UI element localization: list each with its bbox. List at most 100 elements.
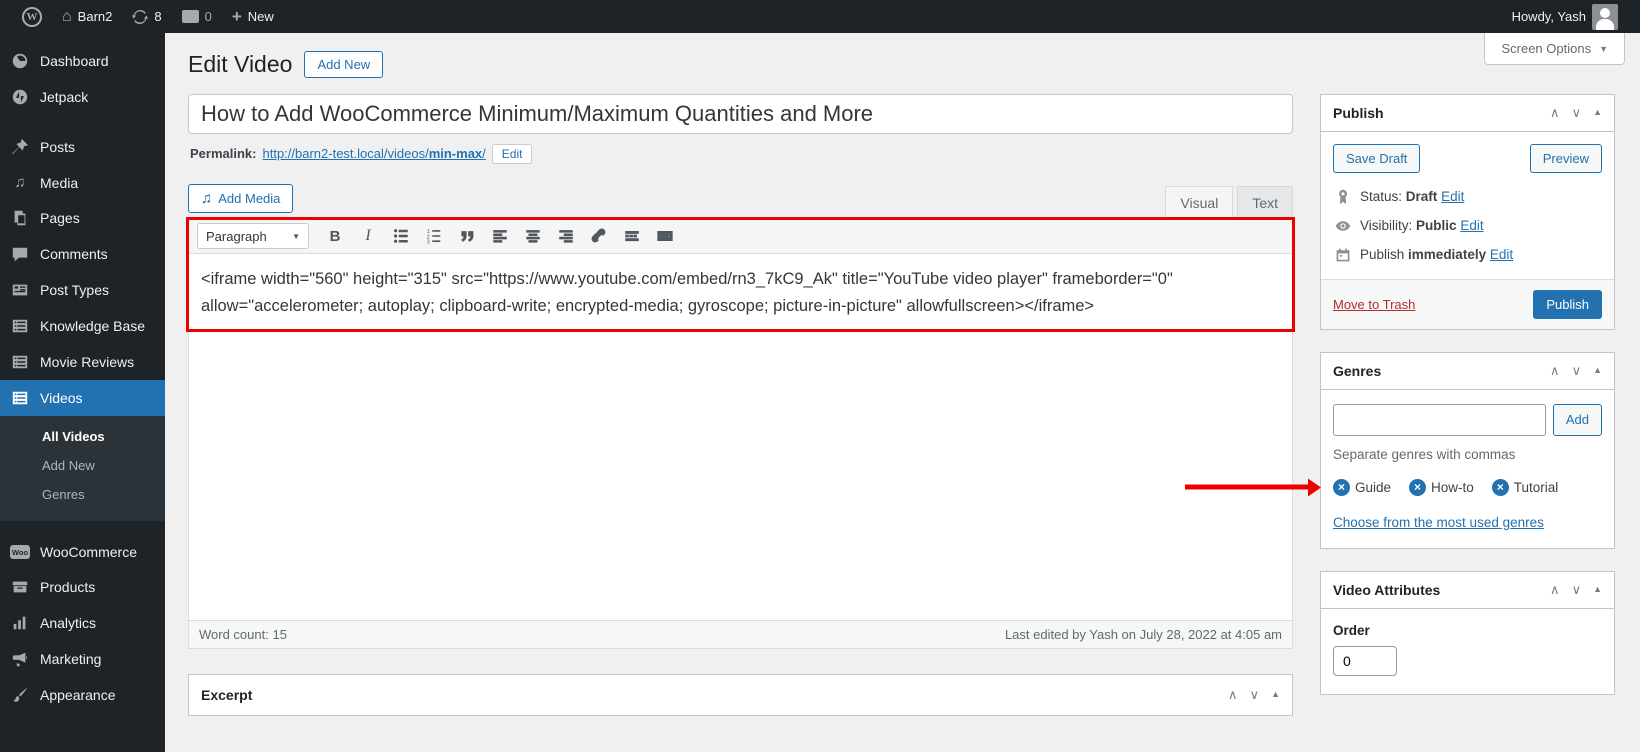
- order-input[interactable]: [1333, 645, 1397, 676]
- red-annotation-arrow: [1185, 484, 1317, 490]
- insert-link-button[interactable]: [584, 223, 614, 249]
- sidebar-item-movie-reviews[interactable]: Movie Reviews: [0, 344, 165, 380]
- move-down-icon[interactable]: ∨: [1572, 364, 1582, 377]
- sidebar-item-label: Analytics: [40, 615, 97, 631]
- tab-visual[interactable]: Visual: [1165, 185, 1234, 219]
- submenu-item-all-videos[interactable]: All Videos: [0, 422, 165, 451]
- new-label: New: [247, 9, 274, 24]
- remove-genre-icon[interactable]: ×: [1491, 478, 1509, 496]
- sidebar-item-woocommerce[interactable]: Woo WooCommerce: [0, 535, 165, 569]
- bulleted-list-button[interactable]: [386, 223, 416, 249]
- sidebar-item-knowledge-base[interactable]: Knowledge Base: [0, 308, 165, 344]
- remove-genre-icon[interactable]: ×: [1409, 478, 1427, 496]
- toolbar-toggle-button[interactable]: [650, 223, 680, 249]
- editor-content-text: <iframe width="560" height="315" src="ht…: [201, 269, 1173, 315]
- sidebar-item-analytics[interactable]: Analytics: [0, 605, 165, 641]
- calendar-icon: [1336, 248, 1350, 262]
- move-down-icon[interactable]: ∨: [1572, 583, 1582, 596]
- genres-panel-title: Genres: [1333, 362, 1382, 379]
- content-area: Screen Options ▼ Edit Video Add New Perm…: [165, 33, 1640, 752]
- move-down-icon[interactable]: ∨: [1250, 688, 1260, 701]
- bold-button[interactable]: B: [320, 223, 350, 249]
- edit-status-link[interactable]: Edit: [1441, 189, 1464, 204]
- site-name-menu[interactable]: ⌂ Barn2: [52, 0, 122, 33]
- blockquote-button[interactable]: [452, 223, 482, 249]
- megaphone-icon: [10, 650, 30, 668]
- box-icon: [10, 578, 30, 596]
- media-icon: ♫: [14, 174, 26, 191]
- sidebar-item-marketing[interactable]: Marketing: [0, 641, 165, 677]
- choose-most-used-link[interactable]: Choose from the most used genres: [1333, 515, 1544, 530]
- read-more-tag-button[interactable]: [617, 223, 647, 249]
- collapse-panel-icon[interactable]: ▲: [1593, 366, 1602, 375]
- menu-separator: [0, 521, 165, 535]
- genres-hint: Separate genres with commas: [1333, 446, 1516, 462]
- align-center-button[interactable]: [518, 223, 548, 249]
- edit-schedule-link[interactable]: Edit: [1490, 247, 1513, 262]
- sidebar-item-posts[interactable]: Posts: [0, 129, 165, 165]
- publish-button[interactable]: Publish: [1533, 289, 1602, 319]
- add-media-label: Add Media: [218, 190, 281, 206]
- sidebar-item-dashboard[interactable]: Dashboard: [0, 43, 165, 79]
- permalink-link[interactable]: http://barn2-test.local/videos/min-max/: [262, 146, 485, 161]
- move-up-icon[interactable]: ∧: [1550, 583, 1560, 596]
- genre-tag-label: Tutorial: [1513, 479, 1559, 495]
- move-up-icon[interactable]: ∧: [1550, 106, 1560, 119]
- sidebar-item-label: Media: [40, 174, 79, 191]
- my-account-menu[interactable]: Howdy, Yash: [1502, 0, 1628, 33]
- add-new-button[interactable]: Add New: [304, 51, 384, 79]
- remove-genre-icon[interactable]: ×: [1333, 478, 1350, 496]
- sidebar-item-videos[interactable]: Videos: [0, 380, 165, 416]
- post-schedule-row: Publish immediately Edit: [1335, 247, 1600, 263]
- sidebar-item-post-types[interactable]: Post Types: [0, 272, 165, 308]
- paragraph-format-select[interactable]: Paragraph ▼: [197, 223, 309, 250]
- screen-options-button[interactable]: Screen Options ▼: [1484, 33, 1625, 65]
- submenu-item-genres[interactable]: Genres: [0, 480, 165, 509]
- move-down-icon[interactable]: ∨: [1572, 106, 1582, 119]
- editor-content[interactable]: <iframe width="560" height="315" src="ht…: [189, 254, 1292, 620]
- collapse-panel-icon[interactable]: ▲: [1271, 690, 1280, 699]
- new-content-menu[interactable]: + New: [222, 0, 284, 33]
- screen-options-label: Screen Options: [1501, 41, 1592, 56]
- format-select-value: Paragraph: [206, 228, 267, 244]
- align-left-button[interactable]: [485, 223, 515, 249]
- sidebar-item-jetpack[interactable]: Jetpack: [0, 79, 165, 115]
- collapse-panel-icon[interactable]: ▲: [1593, 108, 1602, 117]
- excerpt-panel-title: Excerpt: [201, 686, 253, 703]
- move-up-icon[interactable]: ∧: [1228, 688, 1238, 701]
- edit-visibility-link[interactable]: Edit: [1460, 218, 1483, 233]
- tab-text[interactable]: Text: [1237, 185, 1293, 219]
- editor-toolbar: Paragraph ▼ B I 123: [189, 219, 1292, 254]
- post-title-input[interactable]: [188, 93, 1293, 134]
- preview-button[interactable]: Preview: [1529, 143, 1602, 173]
- align-right-button[interactable]: [551, 223, 581, 249]
- jetpack-icon: [10, 88, 30, 106]
- admin-bar: W ⌂ Barn2 8 0 + New Howdy, Yash: [0, 0, 1640, 33]
- add-media-button[interactable]: ♫ Add Media: [188, 183, 294, 213]
- sidebar-item-pages[interactable]: Pages: [0, 200, 165, 236]
- sidebar-item-comments[interactable]: Comments: [0, 236, 165, 272]
- genre-tag-list: × Guide × How-to × Tutorial: [1185, 478, 1602, 496]
- admin-sidebar: Dashboard Jetpack Posts ♫ Media Pages Co…: [0, 33, 165, 752]
- numbered-list-button[interactable]: 123: [419, 223, 449, 249]
- collapse-panel-icon[interactable]: ▲: [1593, 585, 1602, 594]
- comments-count: 0: [204, 9, 212, 24]
- submenu-item-add-new[interactable]: Add New: [0, 451, 165, 480]
- add-genre-input[interactable]: [1333, 403, 1546, 436]
- excerpt-panel: Excerpt ∧ ∨ ▲: [188, 673, 1293, 716]
- sidebar-item-label: Appearance: [40, 687, 116, 703]
- move-to-trash-link[interactable]: Move to Trash: [1333, 297, 1415, 312]
- edit-permalink-button[interactable]: Edit: [491, 143, 533, 164]
- updates-menu[interactable]: 8: [122, 0, 171, 33]
- sidebar-item-appearance[interactable]: Appearance: [0, 677, 165, 713]
- sidebar-item-products[interactable]: Products: [0, 569, 165, 605]
- move-up-icon[interactable]: ∧: [1550, 364, 1560, 377]
- add-genre-button[interactable]: Add: [1552, 403, 1602, 436]
- comments-menu[interactable]: 0: [172, 0, 222, 33]
- pin-icon: [1339, 189, 1347, 205]
- wordpress-logo-menu[interactable]: W: [12, 0, 52, 33]
- save-draft-button[interactable]: Save Draft: [1333, 143, 1421, 173]
- sidebar-item-media[interactable]: ♫ Media: [0, 165, 165, 200]
- howdy-label: Howdy, Yash: [1511, 9, 1586, 24]
- italic-button[interactable]: I: [353, 223, 383, 249]
